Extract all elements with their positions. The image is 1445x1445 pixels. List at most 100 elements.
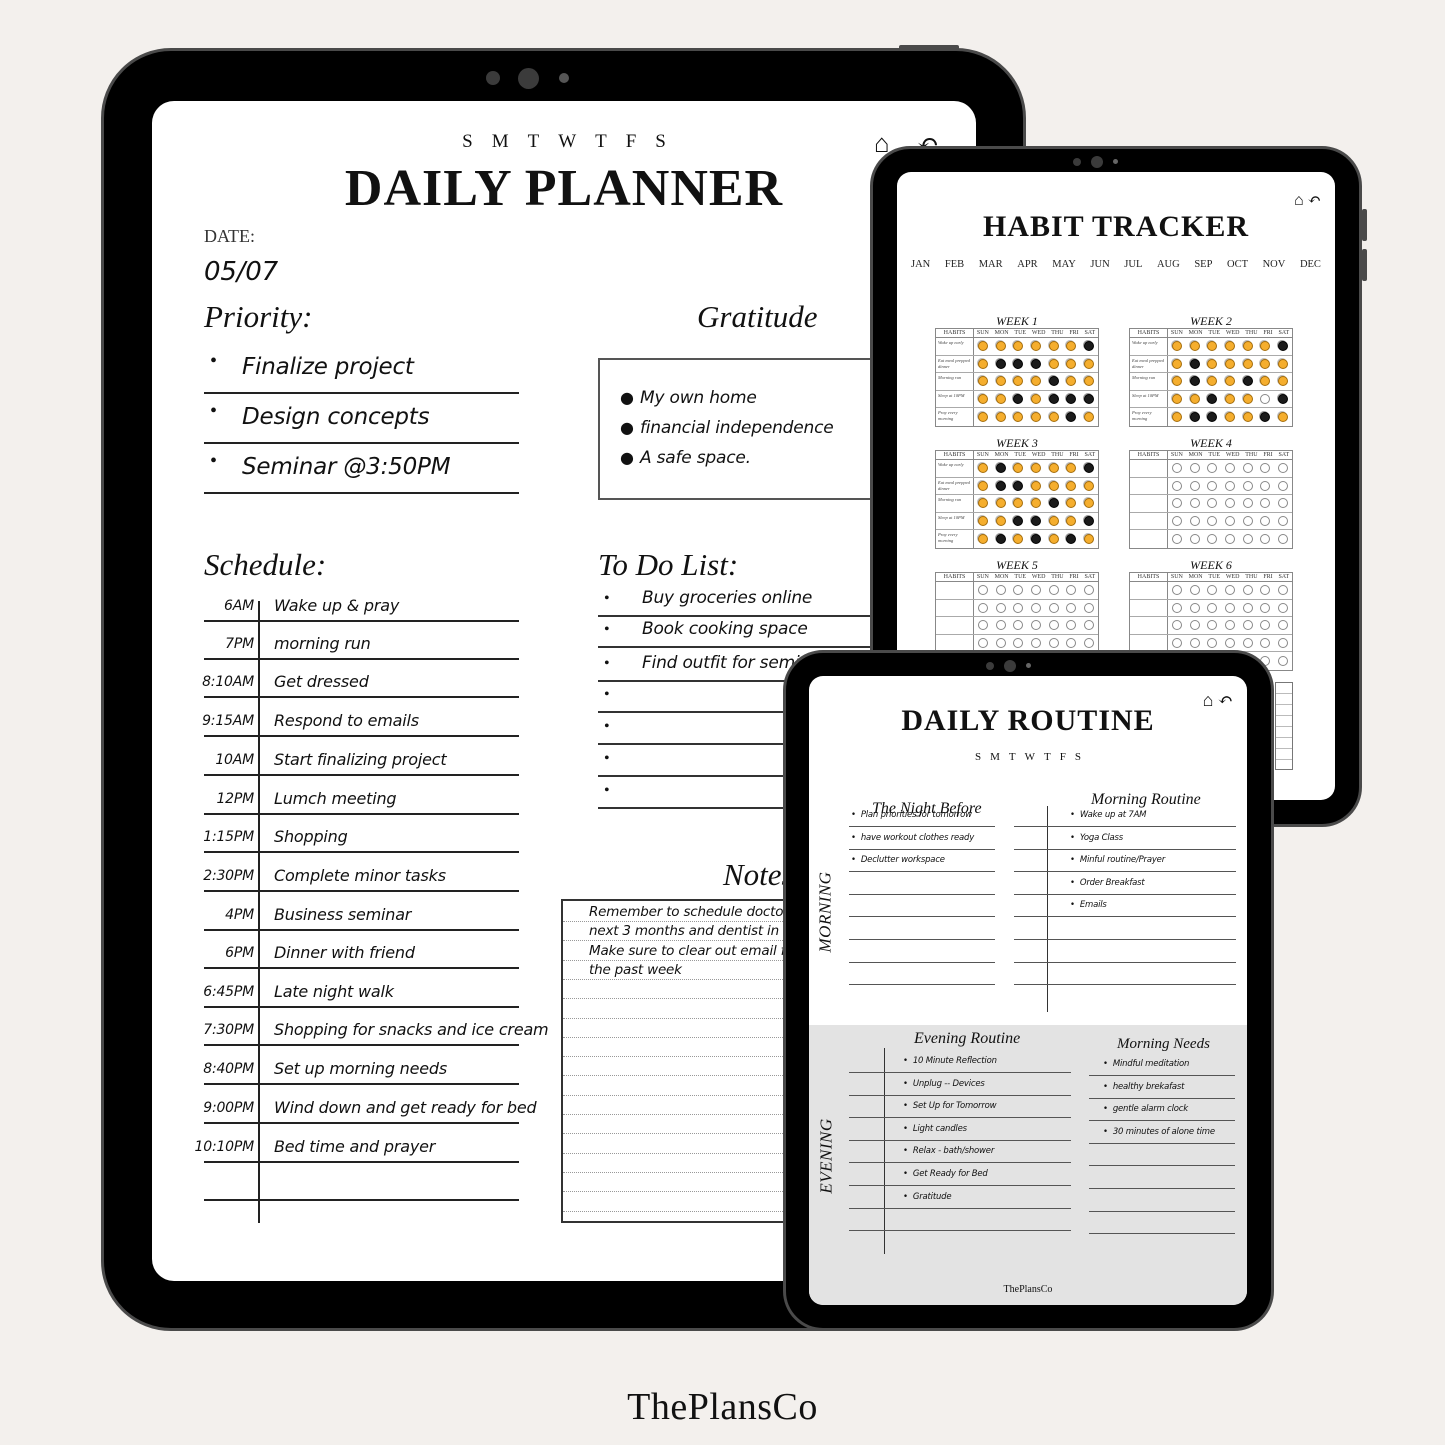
completed-circle[interactable] <box>1189 341 1200 352</box>
completed-circle[interactable] <box>977 376 988 387</box>
empty-circle[interactable] <box>1171 585 1182 596</box>
weekday-selector[interactable]: SMTWTFS <box>152 131 976 153</box>
empty-circle[interactable] <box>1224 620 1235 631</box>
completed-circle[interactable] <box>1030 376 1041 387</box>
missed-circle[interactable] <box>1189 411 1200 422</box>
completed-circle[interactable] <box>1066 463 1077 474</box>
completed-circle[interactable] <box>977 533 988 544</box>
completed-circle[interactable] <box>1224 393 1235 404</box>
habit-name[interactable]: Morning run <box>936 495 974 512</box>
empty-circle[interactable] <box>1189 585 1200 596</box>
completed-circle[interactable] <box>1242 411 1253 422</box>
empty-circle[interactable] <box>1084 620 1095 631</box>
empty-circle[interactable] <box>1084 602 1095 613</box>
completed-circle[interactable] <box>995 498 1006 509</box>
missed-circle[interactable] <box>1278 393 1289 404</box>
missed-circle[interactable] <box>1207 393 1218 404</box>
habit-name[interactable] <box>936 599 974 616</box>
empty-circle[interactable] <box>1242 602 1253 613</box>
completed-circle[interactable] <box>1013 498 1024 509</box>
month-tab[interactable]: NOV <box>1263 259 1286 270</box>
empty-circle[interactable] <box>1278 515 1289 526</box>
routine-line[interactable] <box>849 895 995 918</box>
missed-circle[interactable] <box>1278 341 1289 352</box>
completed-circle[interactable] <box>1171 341 1182 352</box>
todo-item[interactable]: • Buy groceries online <box>598 586 898 617</box>
completed-circle[interactable] <box>995 515 1006 526</box>
routine-line[interactable]: 10 Minute Reflection <box>849 1051 1071 1073</box>
habit-name[interactable]: Wake up early <box>936 338 974 355</box>
missed-circle[interactable] <box>1207 411 1218 422</box>
empty-circle[interactable] <box>1242 480 1253 491</box>
empty-circle[interactable] <box>1278 585 1289 596</box>
habit-name[interactable]: Eat meal prepped dinner <box>936 477 974 494</box>
empty-circle[interactable] <box>1260 480 1271 491</box>
empty-circle[interactable] <box>1171 463 1182 474</box>
schedule-row[interactable]: 9:00PM Wind down and get ready for bed <box>203 1085 537 1124</box>
empty-circle[interactable] <box>1207 637 1218 648</box>
routine-line[interactable]: gentle alarm clock <box>1089 1099 1235 1122</box>
month-tab[interactable]: APR <box>1017 259 1037 270</box>
missed-circle[interactable] <box>1048 393 1059 404</box>
habit-name[interactable]: Wake up early <box>936 460 974 477</box>
completed-circle[interactable] <box>1066 358 1077 369</box>
habit-name[interactable]: Morning run <box>936 373 974 390</box>
empty-circle[interactable] <box>1278 602 1289 613</box>
empty-circle[interactable] <box>1066 637 1077 648</box>
completed-circle[interactable] <box>1013 533 1024 544</box>
missed-circle[interactable] <box>1066 533 1077 544</box>
empty-circle[interactable] <box>995 585 1006 596</box>
completed-circle[interactable] <box>1242 341 1253 352</box>
habit-name[interactable] <box>1130 512 1168 529</box>
empty-circle[interactable] <box>1224 480 1235 491</box>
completed-circle[interactable] <box>977 358 988 369</box>
completed-circle[interactable] <box>1048 533 1059 544</box>
completed-circle[interactable] <box>995 376 1006 387</box>
habit-name[interactable]: Eat meal prepped dinner <box>936 355 974 372</box>
habit-name[interactable]: Morning run <box>1130 373 1168 390</box>
empty-circle[interactable] <box>1207 585 1218 596</box>
missed-circle[interactable] <box>1013 480 1024 491</box>
completed-circle[interactable] <box>1224 411 1235 422</box>
completed-circle[interactable] <box>1013 411 1024 422</box>
completed-circle[interactable] <box>1084 358 1095 369</box>
schedule-row[interactable]: 7:30PM Shopping for snacks and ice cream <box>203 1008 549 1046</box>
empty-circle[interactable] <box>1048 602 1059 613</box>
empty-circle[interactable] <box>1224 533 1235 544</box>
schedule-row[interactable]: 6AM Wake up & pray <box>204 596 519 622</box>
routine-line[interactable] <box>849 941 995 963</box>
empty-circle[interactable] <box>995 637 1006 648</box>
empty-circle[interactable] <box>1260 463 1271 474</box>
empty-circle[interactable] <box>1171 515 1182 526</box>
empty-circle[interactable] <box>1171 480 1182 491</box>
empty-circle[interactable] <box>1013 602 1024 613</box>
completed-circle[interactable] <box>1171 358 1182 369</box>
routine-line[interactable]: Mindful meditation <box>1089 1054 1235 1076</box>
habit-name[interactable] <box>1130 460 1168 477</box>
routine-line[interactable] <box>849 1209 1071 1232</box>
empty-circle[interactable] <box>977 620 988 631</box>
completed-circle[interactable] <box>1048 463 1059 474</box>
routine-line[interactable]: Emails <box>1014 895 1236 918</box>
completed-circle[interactable] <box>1278 358 1289 369</box>
schedule-row[interactable]: 1:15PM Shopping <box>203 815 519 853</box>
completed-circle[interactable] <box>1030 480 1041 491</box>
schedule-row[interactable]: 10AM Start finalizing project <box>204 737 519 776</box>
completed-circle[interactable] <box>995 411 1006 422</box>
month-tab[interactable]: FEB <box>945 259 964 270</box>
empty-circle[interactable] <box>1242 533 1253 544</box>
routine-line[interactable]: Plan priorities for tomorrow <box>849 805 995 827</box>
completed-circle[interactable] <box>1066 480 1077 491</box>
empty-circle[interactable] <box>1224 463 1235 474</box>
empty-circle[interactable] <box>977 602 988 613</box>
routine-line[interactable] <box>1014 941 1236 963</box>
habit-name[interactable] <box>1130 599 1168 616</box>
completed-circle[interactable] <box>977 515 988 526</box>
completed-circle[interactable] <box>977 341 988 352</box>
empty-circle[interactable] <box>1171 498 1182 509</box>
missed-circle[interactable] <box>1030 358 1041 369</box>
schedule-row[interactable]: 7PM morning run <box>204 622 519 660</box>
empty-circle[interactable] <box>1242 620 1253 631</box>
routine-line[interactable] <box>1089 1167 1235 1189</box>
empty-circle[interactable] <box>1224 602 1235 613</box>
